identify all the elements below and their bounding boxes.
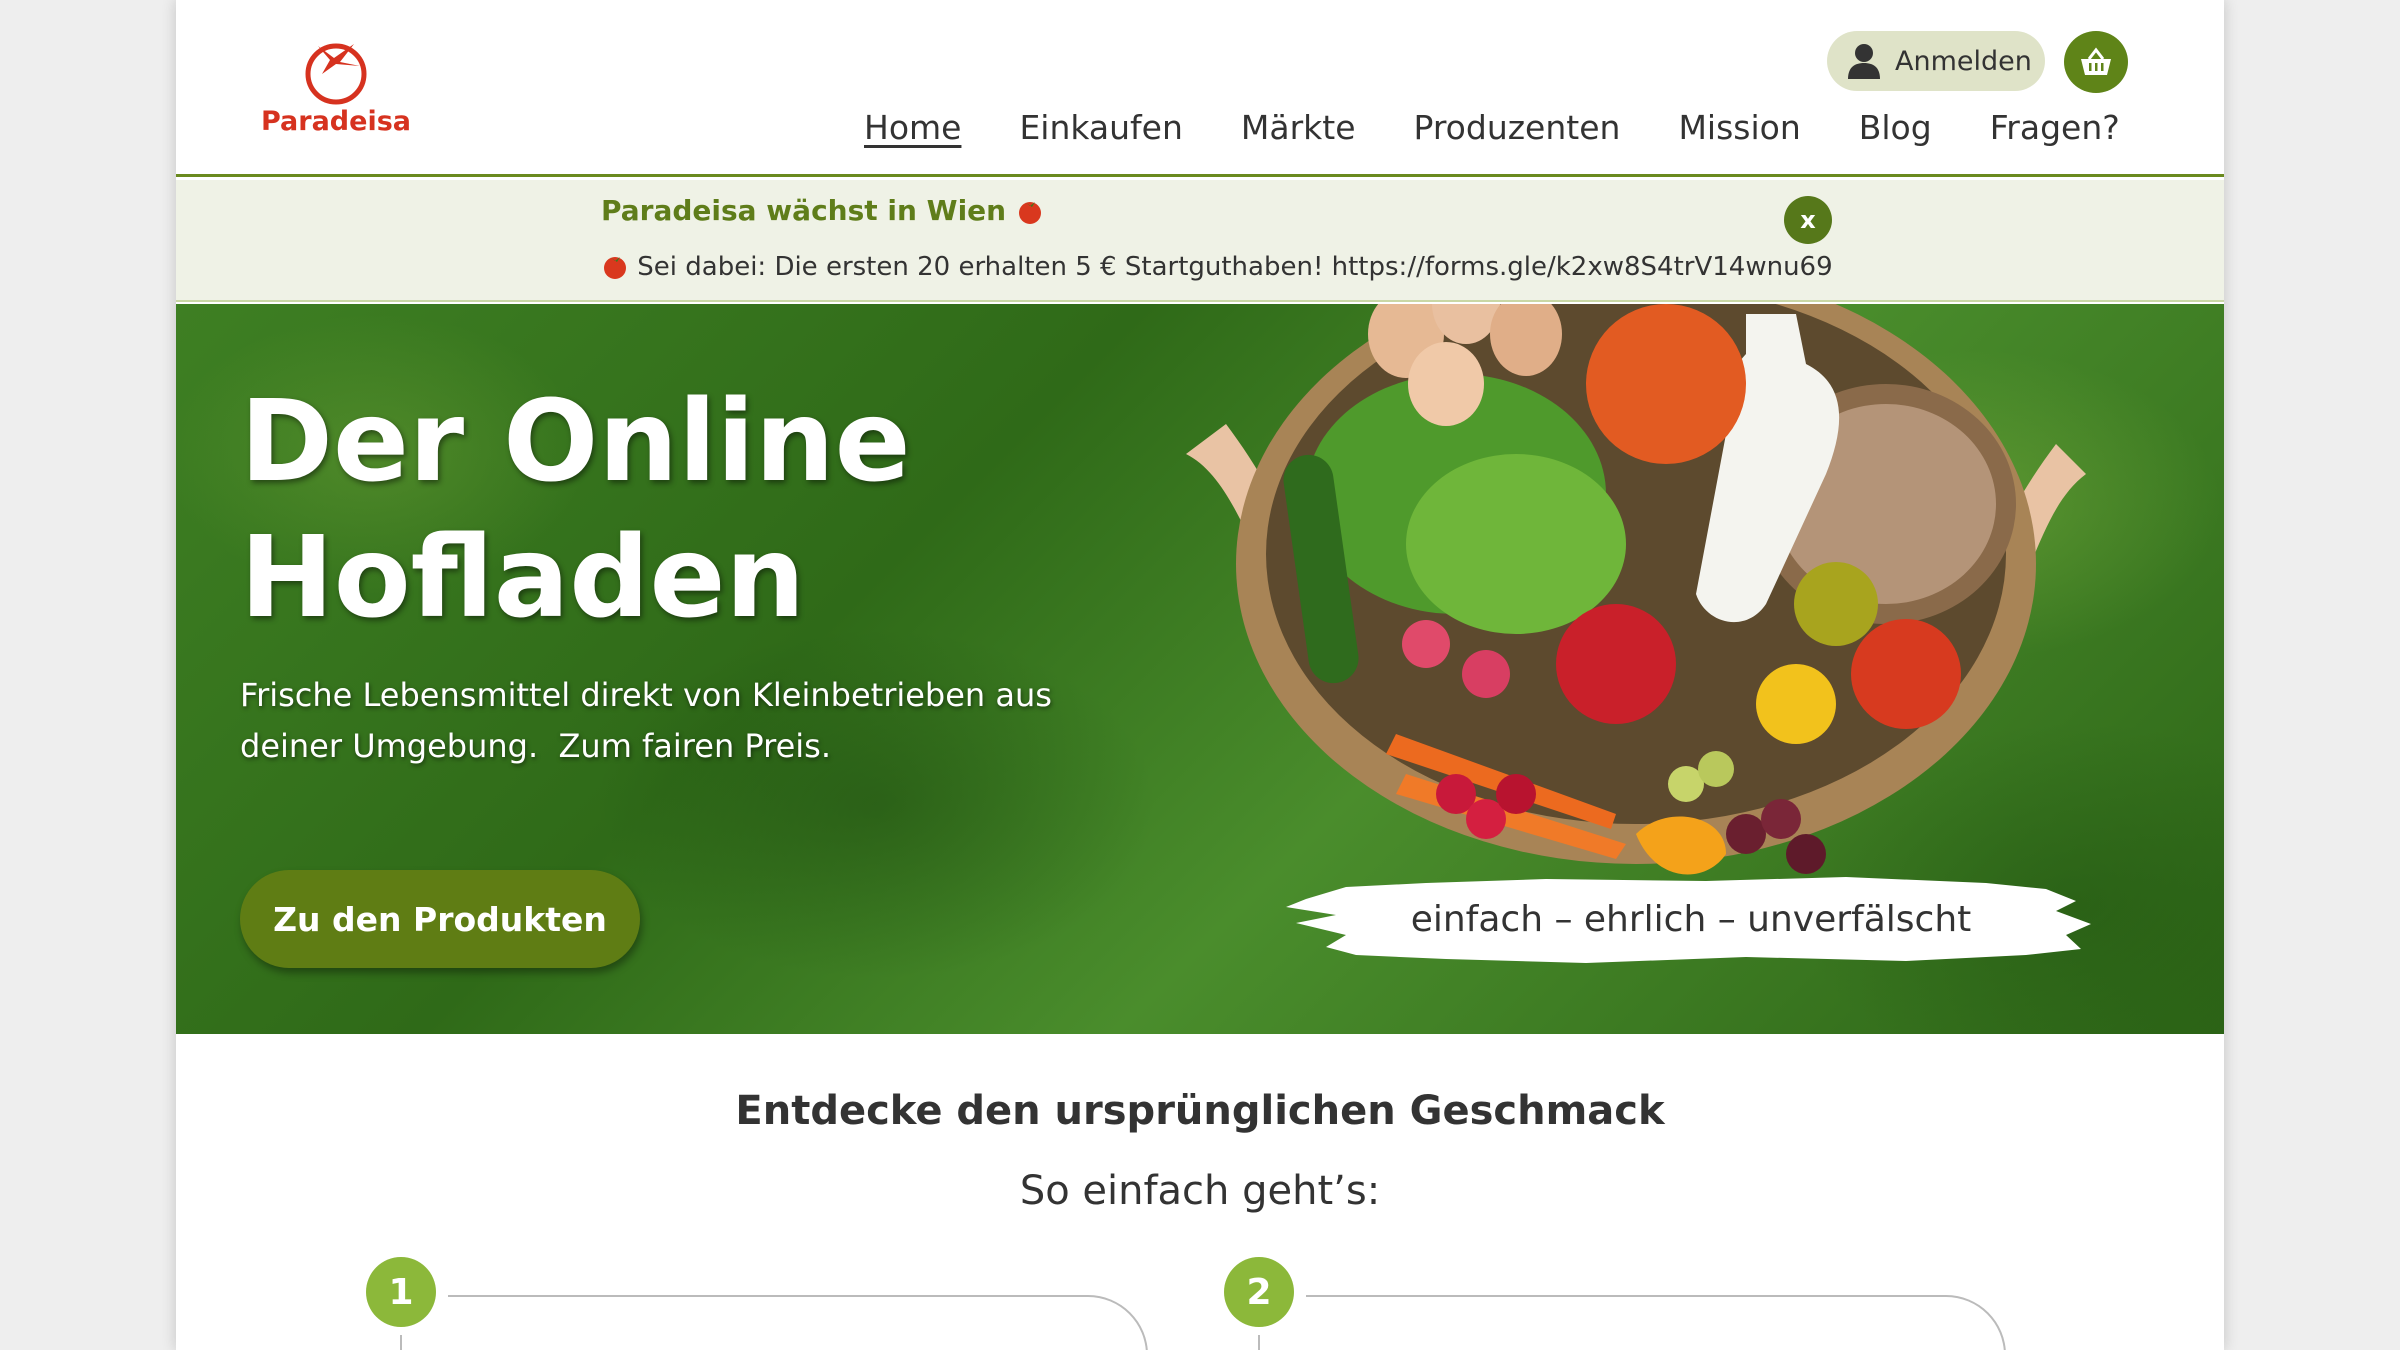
announcement-text-content[interactable]: Sei dabei: Die ersten 20 erhalten 5 € St… xyxy=(637,252,1832,282)
basket-icon xyxy=(2081,47,2111,75)
login-button[interactable]: Anmelden xyxy=(1827,31,2045,91)
announcement-title-text: Paradeisa wächst in Wien xyxy=(601,194,1007,227)
step-2-connector xyxy=(1306,1295,2006,1350)
tagline-banner: einfach – ehrlich – unverfälscht xyxy=(1286,869,2096,969)
announcement-title: Paradeisa wächst in Wien xyxy=(601,194,1044,227)
main-nav: Home Einkaufen Märkte Produzenten Missio… xyxy=(864,108,2120,147)
hero-title-line1: Der Online xyxy=(240,377,911,507)
section-subtitle: So einfach geht’s: xyxy=(1019,1168,1381,1214)
nav-einkaufen[interactable]: Einkaufen xyxy=(1019,108,1182,147)
section-title: Entdecke den ursprünglichen Geschmack xyxy=(735,1088,1665,1134)
announcement-bar: Paradeisa wächst in Wien Sei dabei: Die … xyxy=(176,180,2224,302)
tagline-text: einfach – ehrlich – unverfälscht xyxy=(1410,898,1972,940)
step-1-connector xyxy=(448,1295,1148,1350)
step-1-badge: 1 xyxy=(366,1257,436,1327)
user-icon xyxy=(1848,44,1880,79)
announcement-text: Sei dabei: Die ersten 20 erhalten 5 € St… xyxy=(601,252,1833,282)
hero-subtitle-line2: deiner Umgebung. Zum fairen Preis. xyxy=(240,727,831,765)
nav-fragen[interactable]: Fragen? xyxy=(1990,108,2120,147)
brand-name: Paradeisa xyxy=(260,106,411,137)
hero-subtitle: Frische Lebensmittel direkt von Kleinbet… xyxy=(240,670,1100,772)
site-header: Paradeisa Anmelden Home Einkaufen Märkte… xyxy=(176,0,2224,177)
step-1-line xyxy=(400,1335,402,1350)
logo[interactable]: Paradeisa xyxy=(256,36,416,146)
tomato-icon xyxy=(1018,202,1041,224)
cart-button[interactable] xyxy=(2064,31,2128,93)
hero-title: Der Online Hofladen xyxy=(240,374,940,646)
tomato-icon xyxy=(604,257,626,279)
close-icon: x xyxy=(1800,206,1816,234)
close-announcement-button[interactable]: x xyxy=(1784,196,1832,244)
page: Paradeisa Anmelden Home Einkaufen Märkte… xyxy=(176,0,2224,1350)
hero-banner: Der Online Hofladen Frische Lebensmittel… xyxy=(176,304,2224,1034)
hero-title-line2: Hofladen xyxy=(240,513,806,643)
tomato-logo-icon xyxy=(305,43,367,105)
nav-maerkte[interactable]: Märkte xyxy=(1241,108,1356,147)
produce-basket-image xyxy=(1186,304,2086,875)
hero-subtitle-line1: Frische Lebensmittel direkt von Kleinbet… xyxy=(240,676,1052,714)
nav-home[interactable]: Home xyxy=(864,108,961,147)
step-2-badge: 2 xyxy=(1224,1257,1294,1327)
nav-blog[interactable]: Blog xyxy=(1859,108,1932,147)
login-label: Anmelden xyxy=(1895,45,2032,77)
step-2-line xyxy=(1258,1335,1260,1350)
nav-produzenten[interactable]: Produzenten xyxy=(1414,108,1621,147)
products-cta-button[interactable]: Zu den Produkten xyxy=(240,870,640,968)
nav-mission[interactable]: Mission xyxy=(1678,108,1800,147)
